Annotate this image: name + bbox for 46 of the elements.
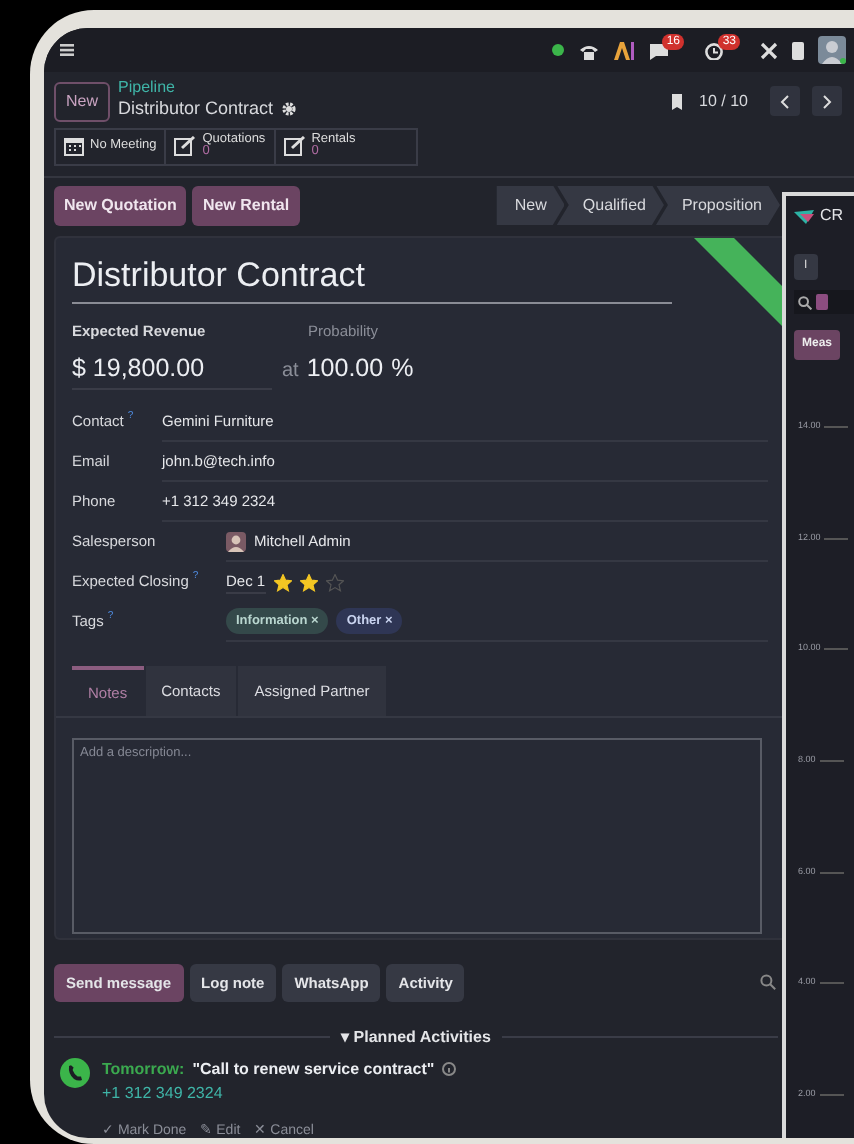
help-icon[interactable]: ? (127, 410, 134, 426)
phone-number[interactable]: +1 312 349 2324 (102, 1081, 457, 1106)
ribbon-icon (694, 237, 782, 325)
search-icon[interactable] (760, 974, 776, 991)
chat-icon[interactable] (648, 41, 670, 59)
record-title[interactable]: Distributor Contract (72, 249, 672, 304)
avatar-icon[interactable] (818, 36, 846, 64)
avatar-icon (226, 531, 246, 551)
revenue-field[interactable]: $ 19,800.00 (72, 350, 272, 390)
record-name: Distributor Contract (118, 96, 274, 122)
calendar-icon (64, 136, 84, 156)
chevron-icon (780, 93, 790, 110)
section-heading[interactable]: ▾ Planned Activities (341, 1025, 491, 1050)
app-logo-icon (794, 209, 814, 223)
window-title: CR (820, 204, 844, 228)
menu-icon[interactable] (60, 44, 74, 56)
activity-summary: "Call to renew service contract" (192, 1057, 435, 1082)
help-icon[interactable]: ? (192, 570, 199, 586)
probability-field[interactable]: 100.00 (306, 350, 384, 388)
next-button[interactable] (812, 86, 842, 117)
ai-icon[interactable] (614, 41, 634, 59)
star-icon[interactable] (325, 573, 344, 591)
stage-step[interactable]: Qualified (556, 185, 664, 225)
bookmark-icon (671, 93, 682, 110)
search-field[interactable] (794, 290, 854, 314)
previous-button[interactable] (770, 86, 800, 117)
action-button[interactable]: New Quotation (54, 185, 187, 225)
search-icon[interactable] (798, 295, 812, 309)
clock-icon[interactable] (704, 41, 726, 59)
at-label: at (282, 358, 299, 387)
help-icon[interactable]: ? (107, 610, 114, 626)
edit-icon (174, 136, 197, 156)
stage-step[interactable]: Proposition (655, 185, 780, 225)
new-button[interactable]: New (54, 81, 111, 122)
edit-icon (283, 136, 306, 156)
due-date: Tomorrow: (102, 1057, 185, 1082)
info-icon[interactable] (442, 1062, 457, 1077)
breadcrumb-link[interactable]: Pipeline (118, 80, 296, 96)
percent-sign: % (391, 352, 414, 387)
action-button[interactable]: New Rental (192, 185, 300, 225)
gear-icon[interactable] (281, 102, 296, 117)
status-dot-icon (552, 44, 564, 56)
pager-counter: 10 / 10 (699, 89, 748, 114)
chevron-icon (822, 93, 832, 110)
stage-step[interactable]: New (496, 185, 565, 225)
device-icon[interactable] (792, 41, 804, 59)
